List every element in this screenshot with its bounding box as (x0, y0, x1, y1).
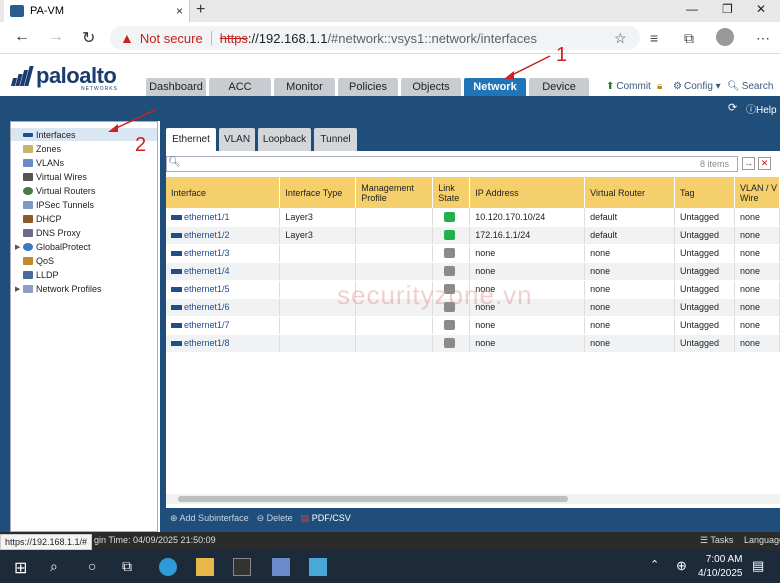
arrow-1-head (504, 71, 514, 79)
annotation-arrows (108, 55, 551, 132)
arrow-2-line (111, 109, 156, 131)
arrow-1-line (507, 55, 551, 78)
screen: { "browser": { "tab_title": "PA-VM", "ta… (0, 0, 780, 583)
arrow-2-head (108, 124, 118, 132)
